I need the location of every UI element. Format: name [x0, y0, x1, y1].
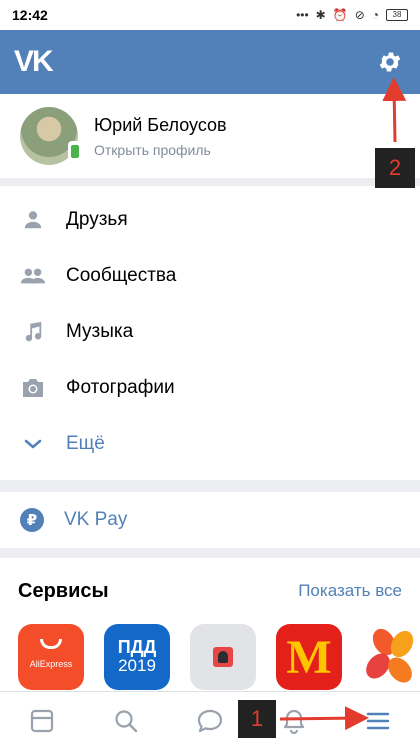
avatar — [20, 107, 82, 165]
menu-label: Сообщества — [66, 265, 177, 286]
profile-name: Юрий Белоусов — [94, 114, 227, 135]
menu-item-communities[interactable]: Сообщества — [0, 248, 420, 304]
menu-label: Ещё — [66, 433, 105, 454]
menu-item-music[interactable]: Музыка — [0, 304, 420, 360]
app-label: 2019 — [118, 656, 156, 675]
profile-card[interactable]: Юрий Белоусов Открыть профиль — [0, 94, 420, 178]
ruble-icon: ₽ — [20, 508, 44, 532]
status-time: 12:42 — [12, 7, 48, 23]
menu-label: Музыка — [66, 321, 134, 342]
annotation-badge-1: 1 — [238, 700, 276, 738]
news-icon[interactable] — [22, 701, 62, 741]
menu-label: Друзья — [66, 209, 128, 230]
wifi-icon: ◔ — [371, 8, 379, 22]
app-label: AliExpress — [29, 659, 73, 669]
aliexpress-app[interactable]: AliExpress — [18, 624, 84, 690]
menu-item-photos[interactable]: Фотографии — [0, 360, 420, 416]
person-icon — [20, 207, 46, 233]
chevron-down-icon — [20, 431, 46, 457]
menu-label: Фотографии — [66, 377, 175, 398]
music-note-icon — [20, 319, 46, 345]
bottom-tab-bar — [0, 691, 420, 749]
settings-gear-icon[interactable] — [374, 46, 406, 78]
vk-pay-item[interactable]: ₽ VK Pay — [0, 492, 420, 548]
annotation-badge-2: 2 — [375, 148, 415, 188]
menu-icon[interactable] — [358, 701, 398, 741]
alarm-icon: ⏰ — [332, 8, 348, 22]
petals-logo-icon — [366, 628, 414, 683]
people-icon — [20, 263, 46, 289]
show-all-link[interactable]: Показать все — [298, 581, 402, 601]
notifications-icon[interactable] — [274, 701, 314, 741]
dots-icon: ••• — [296, 8, 309, 22]
status-icons: ••• ✱ ⏰ ⊘ ◔ 38 — [296, 8, 408, 22]
game-character-icon — [213, 647, 233, 667]
mcdonalds-app[interactable]: M — [276, 624, 342, 690]
online-mobile-icon — [68, 141, 82, 161]
messages-icon[interactable] — [190, 701, 230, 741]
menu-item-friends[interactable]: Друзья — [0, 192, 420, 248]
bluetooth-icon: ✱ — [315, 8, 326, 22]
vk-logo: VK — [14, 45, 54, 78]
services-title: Сервисы — [18, 579, 109, 602]
game-app[interactable] — [190, 624, 256, 690]
search-icon[interactable] — [106, 701, 146, 741]
battery-icon: 38 — [386, 9, 408, 21]
main-menu: Друзья Сообщества Музыка Фотографии Ещё — [0, 186, 420, 480]
status-bar: 12:42 ••• ✱ ⏰ ⊘ ◔ 38 — [0, 0, 420, 30]
petals-app[interactable] — [362, 624, 420, 690]
services-section: Сервисы Показать все AliExpress ПДД 2019… — [0, 558, 420, 698]
app-label: ПДД — [117, 637, 157, 657]
open-profile-link[interactable]: Открыть профиль — [94, 142, 227, 158]
camera-icon — [20, 375, 46, 401]
mcdonalds-logo-icon: M — [286, 630, 332, 684]
vk-pay-label: VK Pay — [64, 509, 128, 530]
top-bar: VK — [0, 30, 420, 94]
menu-item-more[interactable]: Ещё — [0, 416, 420, 472]
pdd-2019-app[interactable]: ПДД 2019 — [104, 624, 170, 690]
silent-icon: ⊘ — [354, 8, 365, 22]
aliexpress-logo-icon — [40, 639, 62, 649]
